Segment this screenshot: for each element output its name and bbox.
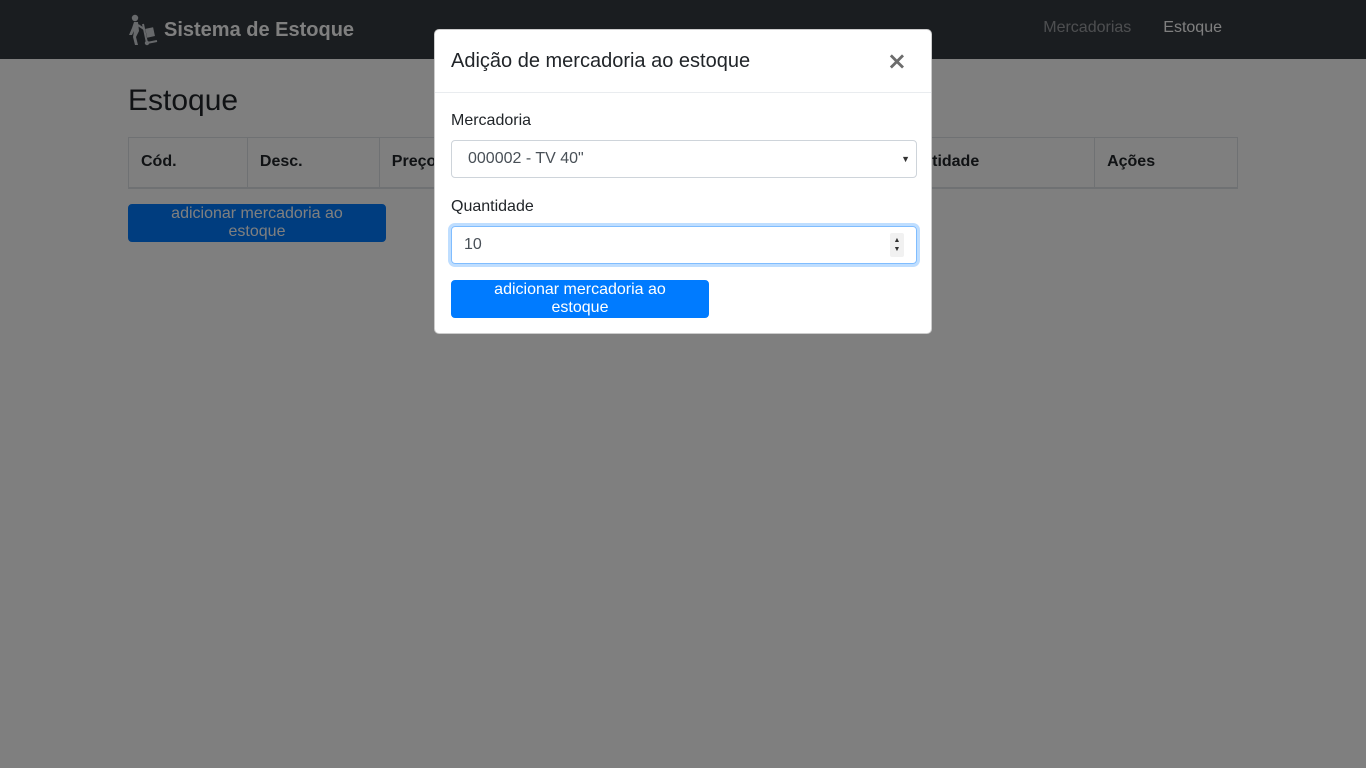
mercadoria-selected-value: 000002 - TV 40" (468, 150, 584, 167)
submit-add-to-stock-button[interactable]: adicionar mercadoria ao estoque (451, 280, 709, 318)
add-stock-modal: Adição de mercadoria ao estoque × Mercad… (434, 29, 932, 334)
quantidade-input[interactable]: 10 ▲ ▼ (451, 226, 917, 264)
modal-title: Adição de mercadoria ao estoque (451, 49, 751, 72)
spinner-up-icon[interactable]: ▲ (894, 236, 901, 245)
close-icon[interactable]: × (887, 49, 915, 73)
mercadoria-select[interactable]: 000002 - TV 40" ▼ (451, 140, 917, 178)
quantidade-value: 10 (464, 236, 482, 253)
mercadoria-label: Mercadoria (451, 112, 532, 129)
spinner-down-icon[interactable]: ▼ (894, 245, 901, 254)
quantidade-label: Quantidade (451, 198, 534, 215)
caret-down-icon: ▼ (901, 154, 910, 164)
modal-body: Mercadoria 000002 - TV 40" ▼ Quantidade … (435, 93, 931, 334)
number-spinner[interactable]: ▲ ▼ (890, 233, 904, 257)
modal-header: Adição de mercadoria ao estoque × (435, 30, 931, 93)
